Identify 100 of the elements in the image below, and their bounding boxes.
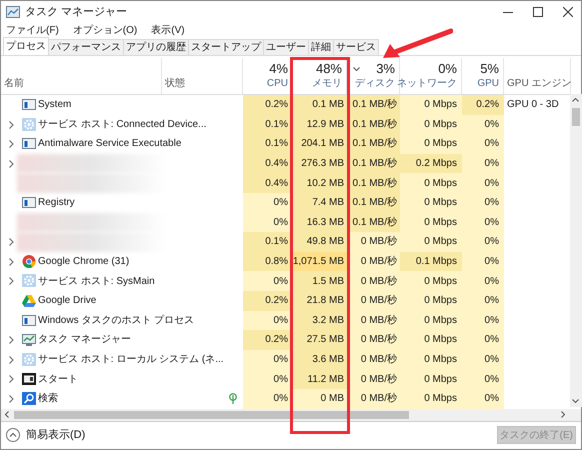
tab[interactable]: アプリの履歴: [124, 39, 189, 55]
table-cell: 0 Mbps: [400, 369, 462, 389]
expand-chevron-icon[interactable]: [9, 238, 14, 246]
table-cell: 0 Mbps: [400, 192, 462, 213]
table-cell: 11.2 MB: [293, 369, 347, 389]
table-cell: 0.1 MB: [293, 95, 347, 115]
table-cell: 49.8 MB: [293, 232, 347, 252]
dark-window-icon: [22, 372, 36, 386]
column-percent: 48%: [316, 61, 342, 77]
column-header[interactable]: CPU: [266, 77, 288, 90]
table-cell: 0 Mbps: [400, 114, 462, 134]
expand-chevron-icon[interactable]: [9, 394, 14, 403]
column-header[interactable]: メモリ: [312, 77, 342, 90]
scroll-left-icon[interactable]: [5, 410, 9, 418]
scroll-up-icon[interactable]: [572, 98, 579, 102]
table-cell: 0%: [462, 388, 504, 408]
process-name: サービス ホスト: SysMain: [38, 274, 155, 289]
expand-chevron-icon[interactable]: [9, 258, 14, 266]
column-header[interactable]: GPU エンジン: [507, 77, 572, 90]
table-cell: 0 MB/秒: [347, 369, 400, 389]
table-cell: 0 Mbps: [400, 173, 462, 193]
window-title: タスク マネージャー: [25, 4, 128, 20]
tab[interactable]: パフォーマンス: [49, 39, 124, 55]
scroll-down-icon[interactable]: [572, 399, 579, 403]
table-cell: 0.1 MB/秒: [347, 95, 400, 115]
annotation-arrow: [381, 28, 453, 60]
table-cell-text: GPU 0 - 3D: [507, 98, 559, 112]
close-icon[interactable]: [563, 7, 573, 17]
tab[interactable]: 詳細: [309, 39, 334, 55]
expand-chevron-icon[interactable]: [9, 120, 14, 129]
search-icon: [22, 392, 36, 405]
table-cell: 0 Mbps: [400, 134, 462, 154]
table-cell: 0.2%: [462, 95, 504, 115]
table-cell: 0 Mbps: [400, 310, 462, 330]
scroll-right-icon[interactable]: [561, 410, 565, 418]
table-cell: 1.5 MB: [293, 271, 347, 291]
process-name: Antimalware Service Executable: [38, 137, 182, 152]
scrollbar-thumb[interactable]: [572, 108, 580, 126]
column-header[interactable]: ネットワーク: [397, 77, 457, 90]
sort-caret-icon[interactable]: [353, 67, 360, 71]
table-cell: 0.1%: [243, 134, 293, 154]
chart-monitor-icon: [22, 333, 36, 346]
table-cell: 0 Mbps: [400, 232, 462, 252]
tab[interactable]: サービス: [334, 39, 379, 55]
collapse-icon: [6, 428, 20, 442]
column-header[interactable]: 名前: [4, 77, 24, 90]
table-cell: 0%: [462, 173, 504, 193]
table-cell: 0%: [462, 134, 504, 154]
table-cell: 3.6 MB: [293, 350, 347, 370]
table-cell: 0 Mbps: [400, 212, 462, 232]
menu-item[interactable]: 表示(V): [151, 23, 185, 38]
table-cell: 0.1 Mbps: [400, 252, 462, 272]
table-cell: 0%: [462, 290, 504, 311]
table-cell: 0%: [462, 310, 504, 330]
expand-chevron-icon[interactable]: [9, 160, 14, 168]
column-header[interactable]: 状態: [165, 77, 185, 90]
column-percent: 5%: [480, 61, 499, 77]
expand-chevron-icon[interactable]: [9, 375, 14, 384]
table-cell: 0 Mbps: [400, 271, 462, 291]
expand-chevron-icon[interactable]: [9, 356, 14, 364]
column-header[interactable]: GPU: [477, 77, 499, 90]
process-name: サービス ホスト: ローカル システム (ネ...: [38, 353, 224, 368]
table-cell: 0 Mbps: [400, 388, 462, 408]
process-name: Registry: [38, 196, 75, 210]
table-cell: 0 MB/秒: [347, 232, 400, 252]
tab[interactable]: プロセス: [3, 37, 49, 55]
menu-item[interactable]: ファイル(F): [6, 23, 59, 38]
table-cell: 0%: [462, 271, 504, 291]
menu-item[interactable]: オプション(O): [72, 23, 138, 38]
table-cell: 0 MB: [293, 388, 347, 408]
horizontal-scrollbar[interactable]: [1, 408, 581, 420]
expand-chevron-icon[interactable]: [9, 277, 14, 286]
table-cell: 0%: [462, 350, 504, 370]
scrollbar-thumb[interactable]: [14, 410, 409, 418]
table-cell: 0%: [243, 271, 293, 291]
table-cell: 1,071.5 MB: [293, 252, 347, 272]
window-icon: [22, 314, 36, 327]
table-cell: 0.1%: [243, 232, 293, 252]
tab[interactable]: スタートアップ: [189, 39, 264, 55]
window-icon: [22, 196, 36, 209]
vertical-scrollbar[interactable]: [570, 94, 582, 407]
gear-icon: [22, 274, 36, 288]
tab[interactable]: ユーザー: [264, 39, 309, 55]
column-header[interactable]: ディスク: [355, 77, 395, 90]
table-cell: 0 MB/秒: [347, 271, 400, 291]
expand-chevron-icon[interactable]: [9, 336, 14, 344]
table-cell: 0 MB/秒: [347, 330, 400, 350]
expand-chevron-icon[interactable]: [9, 140, 14, 148]
process-name: スタート: [38, 372, 78, 387]
column-percent: 0%: [438, 61, 457, 77]
table-cell: 10.2 MB: [293, 173, 347, 193]
table-cell: 0%: [243, 369, 293, 389]
maximize-icon[interactable]: [533, 7, 543, 17]
table-cell: 16.3 MB: [293, 212, 347, 232]
table-cell: 204.1 MB: [293, 134, 347, 154]
browser-icon: [22, 254, 36, 268]
table-cell: 0 Mbps: [400, 95, 462, 115]
process-name: Windows タスクのホスト プロセス: [38, 314, 194, 328]
process-name: タスク マネージャー: [38, 333, 131, 348]
fewer-details-toggle[interactable]: 簡易表示(D): [6, 427, 86, 444]
